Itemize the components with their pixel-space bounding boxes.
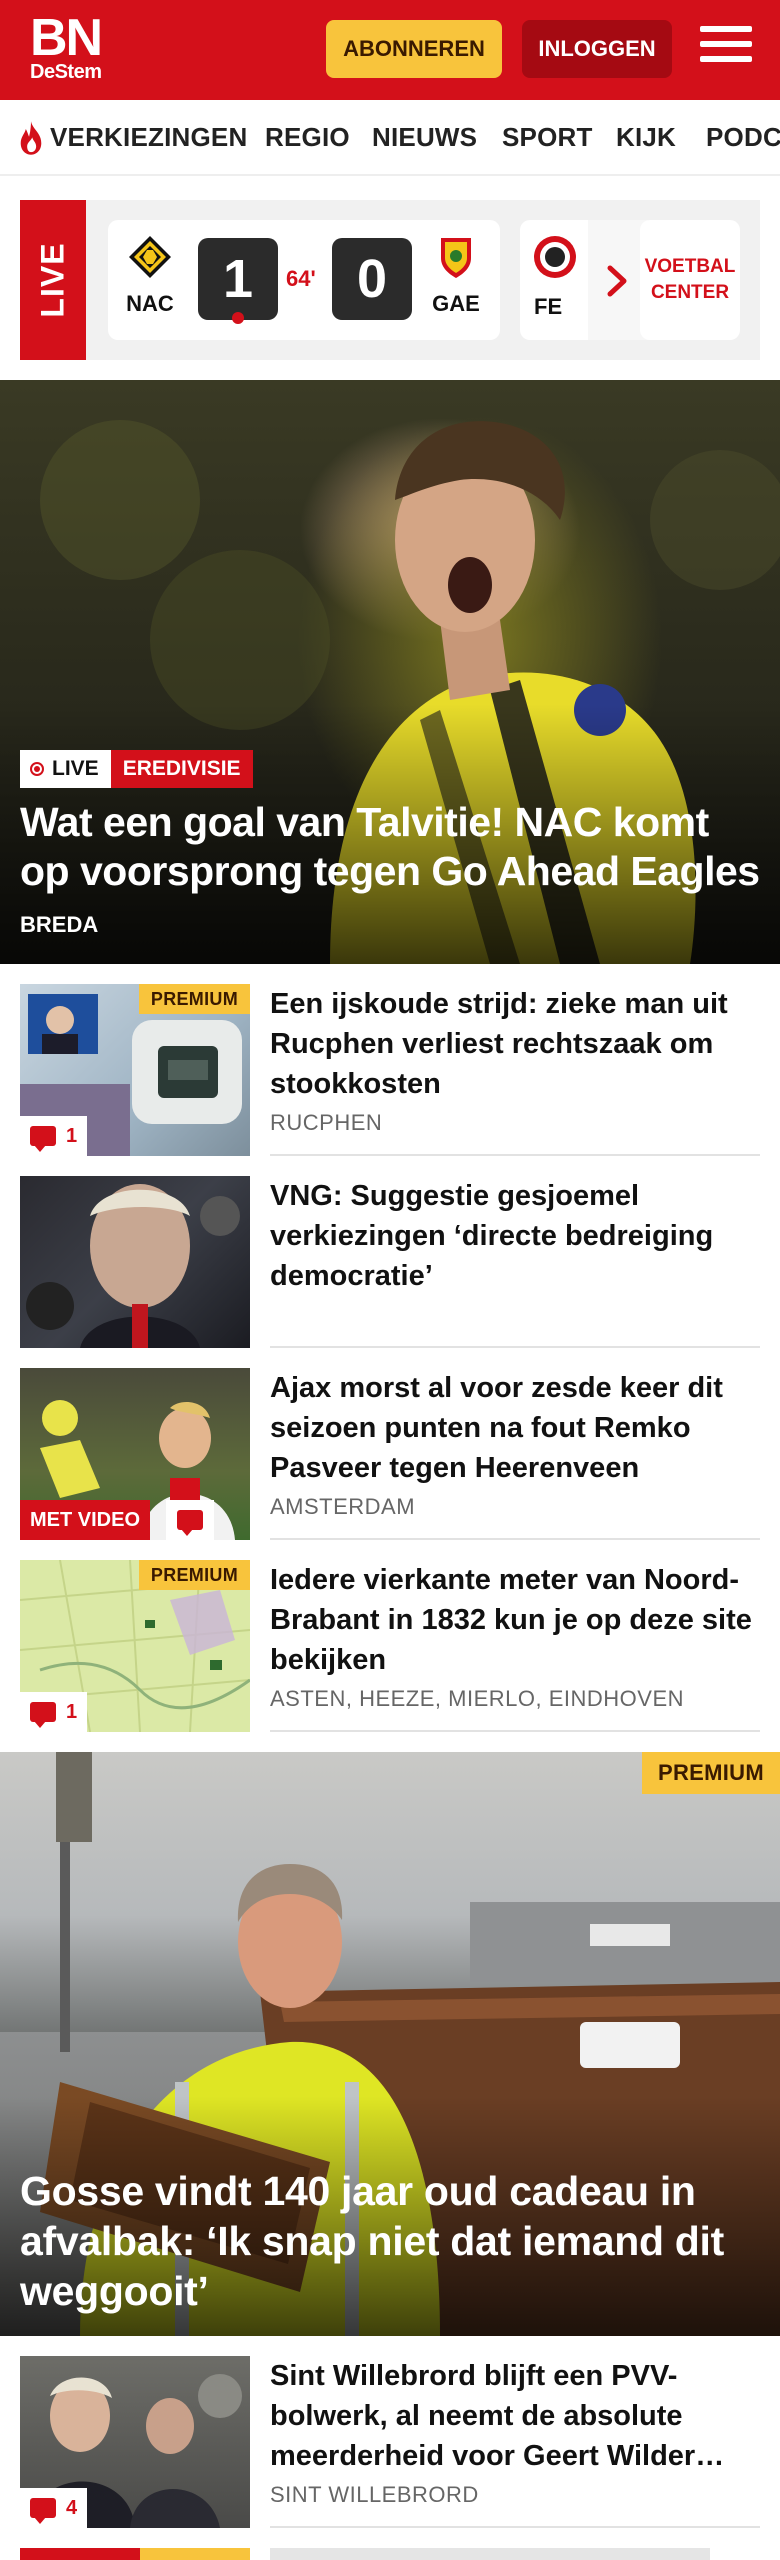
comment-icon [30, 1126, 56, 1152]
live-dot-icon [30, 762, 44, 776]
feature-article[interactable]: PREMIUM Gosse vindt 140 jaar oud cadeau … [0, 1752, 780, 2336]
premium-badge: PREMIUM [642, 1752, 780, 1794]
voetbal-center-button[interactable]: VOETBAL CENTER [640, 220, 740, 340]
list-item[interactable]: VNG: Suggestie gesjoemel verkiezingen ‘d… [0, 1156, 780, 1348]
article-location: SINT WILLEBRORD [270, 2482, 479, 2507]
article-title[interactable]: VNG: Suggestie gesjoemel verkiezingen ‘d… [270, 1176, 762, 1296]
premium-badge: PREMIUM [138, 1560, 250, 1590]
goal-indicator [232, 312, 244, 324]
article-thumbnail [20, 1176, 250, 1348]
next-team-name: FE [534, 294, 563, 319]
gae-crest-icon [441, 238, 471, 278]
home-team: NAC [120, 234, 180, 317]
home-team-name: NAC [126, 291, 174, 316]
nav-item-verkiezingen[interactable]: VERKIEZINGEN [50, 122, 247, 153]
article-location: AMSTERDAM [270, 1494, 416, 1519]
menu-icon[interactable] [700, 26, 752, 72]
main-nav: VERKIEZINGEN REGIO NIEUWS SPORT KIJK POD… [0, 100, 780, 176]
comment-button[interactable] [166, 1500, 214, 1540]
comment-count[interactable]: 1 [20, 1692, 88, 1732]
nav-item-regio[interactable]: REGIO [265, 122, 350, 153]
nav-item-sport[interactable]: SPORT [502, 122, 593, 153]
video-badge: MET VIDEO [20, 1500, 151, 1540]
comment-icon [177, 1510, 203, 1536]
article-title[interactable]: Sint Willebrord blijft een PVV-bolwerk, … [270, 2356, 762, 2476]
divider [270, 1730, 760, 1732]
next-title-peek [270, 2548, 710, 2560]
article-thumbnail: MET VIDEO [20, 1368, 250, 1540]
comment-count[interactable]: 1 [20, 1116, 88, 1156]
list-item[interactable]: PREMIUM 1 Een ijskoude strijd: zieke man… [0, 964, 780, 1156]
match-card-nac-gae[interactable]: NAC 1 64' 0 GAE [108, 220, 500, 340]
article-thumbnail: PREMIUM 1 [20, 984, 250, 1156]
article-image [26, 1184, 240, 1348]
divider [270, 2526, 760, 2528]
next-premium-peek [140, 2548, 250, 2560]
live-label: LIVE [20, 200, 86, 360]
login-button[interactable]: INLOGGEN [522, 20, 672, 78]
bn-destem-logo[interactable]: BN DeStem [30, 9, 103, 83]
hero-title[interactable]: Wat een goal van Talvitie! NAC komt op v… [20, 798, 760, 896]
flame-icon [20, 121, 42, 155]
site-header: BN DeStem ABONNEREN INLOGGEN [0, 0, 780, 100]
live-scores-bar: LIVE NAC 1 64' 0 GAE FE VOETBAL CENTER [20, 200, 760, 360]
hero-article[interactable]: LIVE EREDIVISIE Wat een goal van Talviti… [0, 380, 780, 964]
article-title[interactable]: Ajax morst al voor zesde keer dit seizoe… [270, 1368, 762, 1488]
live-tag: LIVE [20, 750, 111, 788]
comment-icon [30, 2498, 56, 2524]
scroll-right-button[interactable] [588, 220, 648, 340]
article-title[interactable]: Een ijskoude strijd: zieke man uit Rucph… [270, 984, 762, 1104]
article-location: RUCPHEN [270, 1110, 383, 1135]
subscribe-button[interactable]: ABONNEREN [326, 20, 502, 78]
premium-badge: PREMIUM [138, 984, 250, 1014]
article-location: ASTEN, HEEZE, MIERLO, EINDHOVEN [270, 1686, 685, 1711]
logo-sub: DeStem [30, 61, 102, 83]
hero-tags: LIVE EREDIVISIE [20, 750, 253, 788]
match-minute: 64' [286, 266, 316, 291]
nav-item-podcasts[interactable]: PODC [706, 122, 780, 153]
list-item[interactable]: MET VIDEO Ajax morst al voor zesde keer … [0, 1348, 780, 1540]
hero-location: BREDA [20, 912, 99, 937]
feature-title[interactable]: Gosse vindt 140 jaar oud cadeau in afval… [20, 2166, 760, 2316]
article-title[interactable]: Iedere vierkante meter van Noord-Brabant… [270, 1560, 762, 1680]
away-team: GAE [426, 234, 486, 317]
comment-icon [30, 1702, 56, 1728]
list-item[interactable]: 4 Sint Willebrord blijft een PVV-bolwerk… [0, 2336, 780, 2528]
nav-item-nieuws[interactable]: NIEUWS [372, 122, 477, 153]
comment-count[interactable]: 4 [20, 2488, 88, 2528]
category-tag: EREDIVISIE [110, 750, 253, 788]
away-score: 0 [332, 238, 412, 320]
away-team-name: GAE [432, 291, 480, 316]
article-thumbnail: 4 [20, 2356, 250, 2528]
home-score: 1 [198, 238, 278, 320]
article-thumbnail: PREMIUM 1 [20, 1560, 250, 1732]
feyenoord-crest-icon [534, 236, 576, 278]
list-item[interactable]: PREMIUM 1 Iedere vierkante meter van Noo… [0, 1540, 780, 1732]
chevron-right-icon [607, 265, 627, 297]
logo-main: BN [30, 9, 103, 67]
nac-crest-icon [129, 236, 171, 278]
nav-item-kijk[interactable]: KIJK [616, 122, 676, 153]
